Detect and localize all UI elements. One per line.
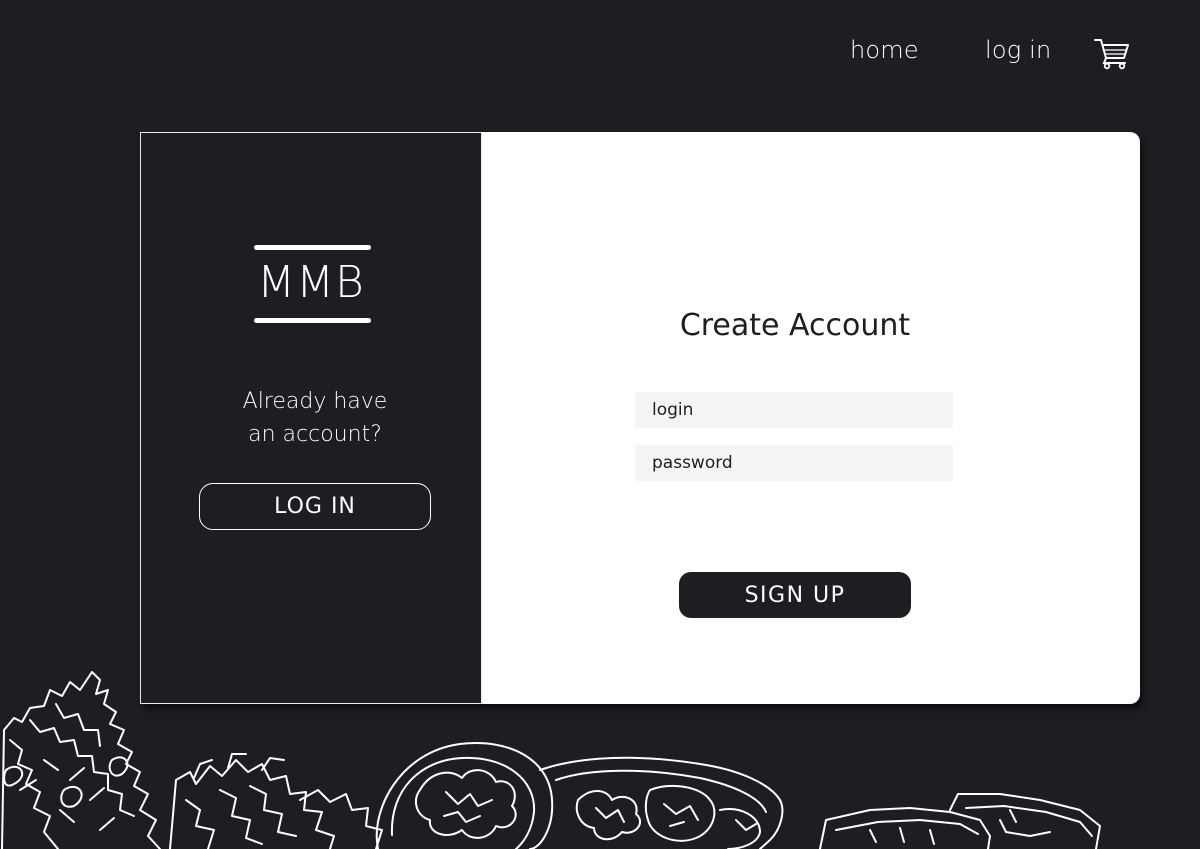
logo: MMB [257,257,365,308]
password-field[interactable] [635,445,953,481]
login-prompt-panel: MMB Already have an account? LOG IN [140,132,482,704]
nav-login-link[interactable]: log in [985,36,1051,64]
login-field[interactable] [635,392,953,428]
prompt-line-2: an account? [248,422,382,447]
login-button[interactable]: LOG IN [199,483,431,530]
nav-home-link[interactable]: home [850,36,919,64]
prompt-line-1: Already have [242,389,388,414]
logo-top-bar [254,245,371,250]
page: home log in MMB Already have an account?… [0,0,1200,849]
food-illustration [1,671,1101,849]
already-have-account-text: Already have an account? [141,385,489,451]
logo-bottom-bar [254,318,371,323]
auth-card: MMB Already have an account? LOG IN Crea… [140,132,1140,704]
signup-button[interactable]: SIGN UP [679,572,911,618]
shopping-cart-icon[interactable] [1093,36,1131,70]
form-title: Create Account [679,308,911,343]
